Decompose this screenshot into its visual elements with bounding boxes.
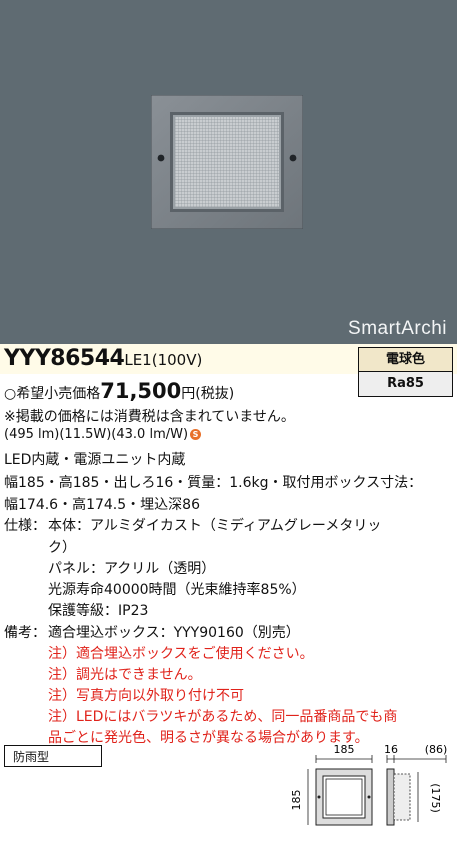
note-3: 注）写真方向以外取り付け不可 — [48, 688, 244, 704]
depth-label: 16 — [384, 743, 398, 756]
box-depth-label: (86) — [425, 743, 448, 756]
s-mark-icon: S — [190, 429, 202, 440]
width-label: 185 — [334, 743, 355, 756]
tax-note: ※掲載の価格には消費税は含まれていません。 — [4, 409, 295, 425]
led-line: LED内蔵・電源ユニット内蔵 — [4, 452, 186, 468]
spec-body: 本体：アルミダイカスト（ミディアムグレーメタリッ — [48, 518, 382, 534]
model-suffix: LE1(100V) — [124, 351, 203, 369]
price-suffix: 円(税抜) — [181, 386, 235, 402]
brand-logo: SmartArchi — [348, 318, 447, 339]
height-label: 185 — [290, 790, 303, 811]
note-1: 注）適合埋込ボックスをご使用ください。 — [48, 646, 314, 662]
spec-life: 光源寿命40000時間（光束維持率85%） — [48, 582, 306, 598]
box-height-label: (175) — [429, 783, 442, 813]
model-code: YYY86544 — [4, 346, 125, 371]
dimensions-line-2: 幅174.6・高174.5・埋込深86 — [4, 497, 200, 513]
color-temp-tag: 電球色(3000K) — [358, 347, 453, 391]
spec-protection: 保護等級：IP23 — [48, 603, 149, 619]
performance-line: (495 lm)(11.5W)(43.0 lm/W) S — [4, 427, 202, 442]
spec-label: 仕様： — [4, 518, 46, 534]
price-amount: 71,500 — [100, 379, 182, 403]
spec-body-cont: ク） — [48, 540, 76, 556]
spec-panel: パネル：アクリル（透明） — [48, 561, 216, 577]
ra-tag: Ra85 — [358, 371, 453, 397]
model-number: YYY86544LE1(100V) — [4, 346, 202, 371]
notes-label: 備考： — [4, 625, 46, 641]
compatible-box: 適合埋込ボックス：YYY90160（別売） — [48, 625, 300, 641]
dimension-diagram: 185 185 16 (86) (175) — [290, 743, 448, 826]
note-4: 注）LEDにはバラツキがあるため、同一品番商品でも商 — [48, 709, 398, 725]
product-photo: SmartArchi — [0, 0, 457, 344]
note-2: 注）調光はできません。 — [48, 667, 202, 683]
performance-values: (495 lm)(11.5W)(43.0 lm/W) — [4, 427, 189, 442]
dimensions-line-1: 幅185・高185・出しろ16・質量：1.6kg・取付用ボックス寸法： — [4, 475, 423, 491]
price-line: ○希望小売価格71,500円(税抜) — [4, 379, 234, 403]
fixture-image — [151, 95, 303, 229]
price-prefix: ○希望小売価格 — [4, 386, 101, 402]
rainproof-badge: 防雨型 — [4, 745, 102, 767]
